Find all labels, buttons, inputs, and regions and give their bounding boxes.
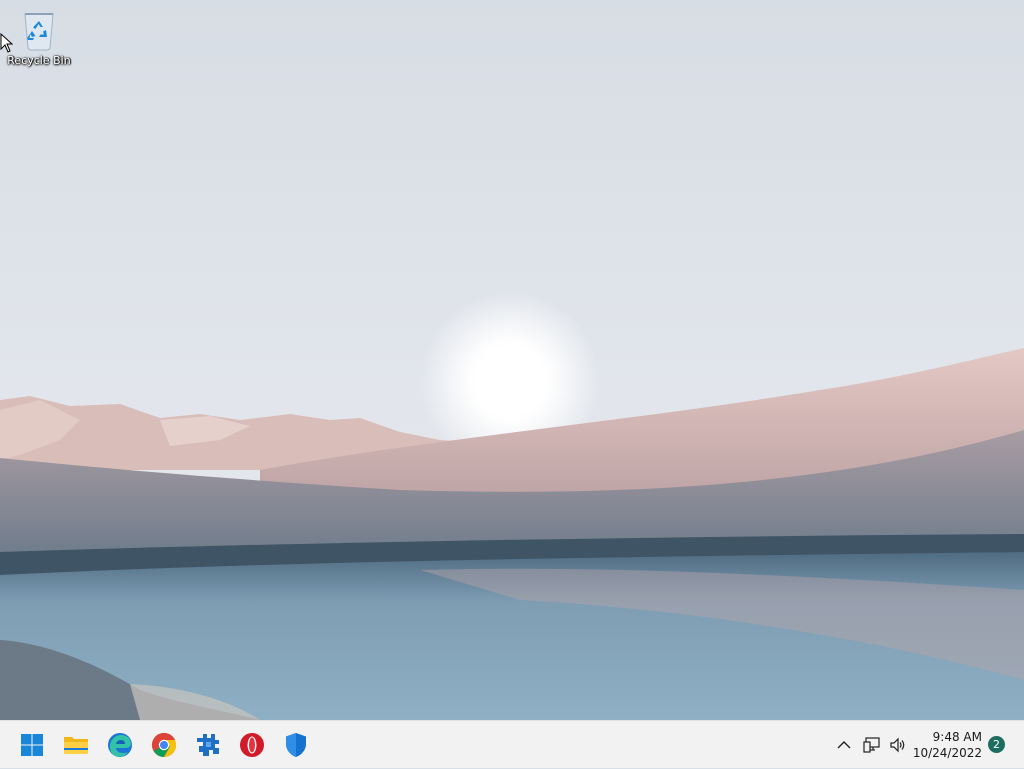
app-button[interactable] bbox=[190, 727, 226, 763]
folder-icon bbox=[64, 737, 88, 754]
speaker-icon bbox=[890, 737, 905, 753]
taskbar: 9:48 AM 10/24/2022 2 bbox=[0, 720, 1024, 768]
file-explorer-button[interactable] bbox=[58, 727, 94, 763]
mouse-cursor-icon bbox=[0, 33, 14, 53]
shield-icon bbox=[286, 733, 306, 757]
opera-icon bbox=[240, 733, 264, 757]
windows-start-icon bbox=[21, 734, 43, 756]
start-button[interactable] bbox=[14, 727, 50, 763]
network-button[interactable] bbox=[860, 733, 884, 757]
windows-security-button[interactable] bbox=[278, 727, 314, 763]
notification-badge[interactable]: 2 bbox=[988, 736, 1005, 753]
clock[interactable]: 9:48 AM 10/24/2022 bbox=[913, 729, 982, 761]
clock-time: 9:48 AM bbox=[932, 730, 982, 744]
desktop-icon-label: Recycle Bin bbox=[7, 54, 71, 67]
puzzle-app-icon bbox=[197, 734, 219, 756]
opera-button[interactable] bbox=[234, 727, 270, 763]
volume-button[interactable] bbox=[886, 733, 910, 757]
edge-icon bbox=[108, 733, 132, 757]
show-hidden-icons-button[interactable] bbox=[832, 733, 856, 757]
desktop-wallpaper bbox=[0, 0, 1024, 720]
recycle-bin-icon bbox=[19, 10, 59, 52]
system-tray bbox=[832, 721, 910, 769]
clock-date: 10/24/2022 bbox=[912, 746, 982, 760]
chrome-icon bbox=[151, 732, 177, 758]
network-icon bbox=[863, 737, 880, 753]
desktop-icon-recycle-bin[interactable]: Recycle Bin bbox=[4, 10, 74, 74]
chrome-button[interactable] bbox=[146, 727, 182, 763]
chevron-up-icon bbox=[837, 741, 851, 749]
edge-button[interactable] bbox=[102, 727, 138, 763]
